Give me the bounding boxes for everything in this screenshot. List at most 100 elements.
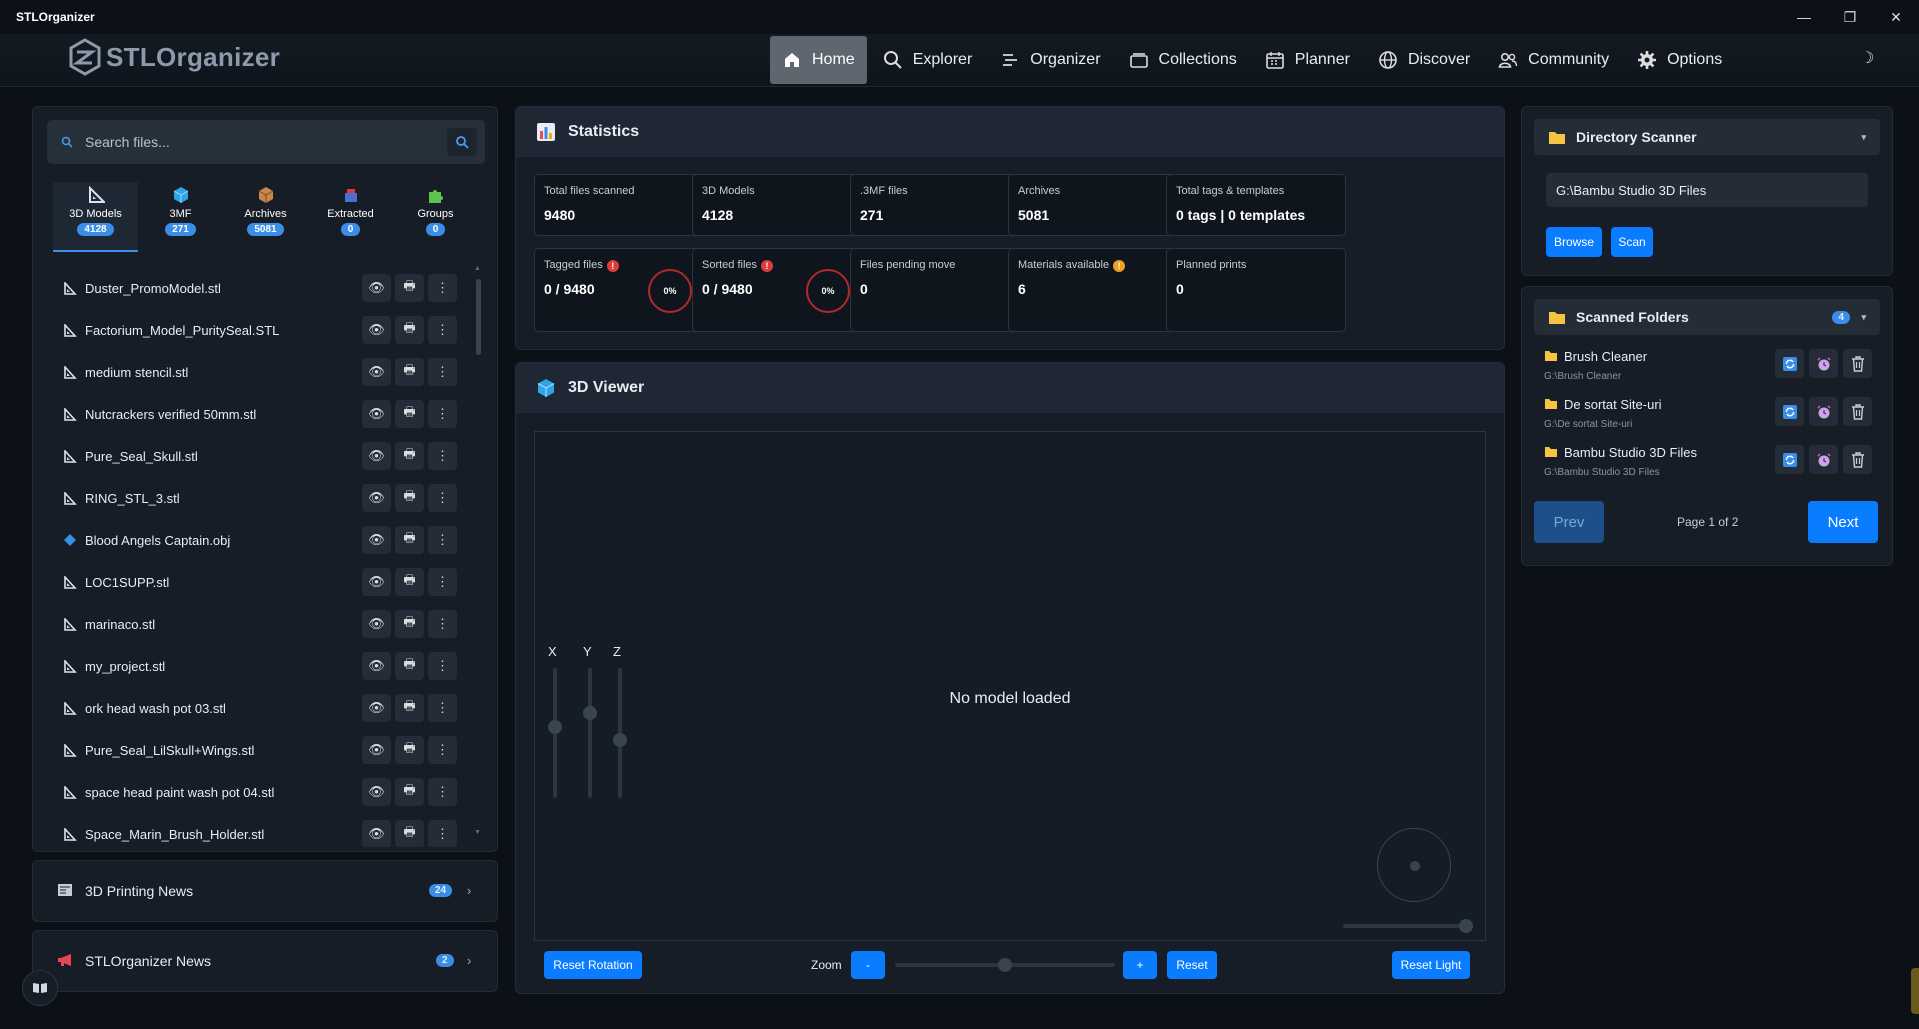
joystick-knob[interactable] <box>1410 861 1420 871</box>
zoom-in-button[interactable]: + <box>1123 951 1157 979</box>
preview-eye-icon[interactable]: 👁 <box>362 358 391 386</box>
app-logo[interactable]: STLOrganizer <box>68 38 280 76</box>
nav-discover[interactable]: Discover <box>1366 36 1482 84</box>
scrollbar-thumb[interactable] <box>476 279 481 355</box>
file-row[interactable]: RING_STL_3.stl 👁 🖶 ⋮ <box>53 477 473 519</box>
more-options-icon[interactable]: ⋮ <box>428 316 457 344</box>
print-icon[interactable]: 🖶 <box>395 694 424 722</box>
scanned-folders-header[interactable]: Scanned Folders 4 ▾ <box>1534 299 1880 335</box>
preview-eye-icon[interactable]: 👁 <box>362 778 391 806</box>
folder-row[interactable]: De sortat Site-uri G:\De sortat Site-uri <box>1544 397 1884 441</box>
scroll-down-arrow-icon[interactable]: ▼ <box>474 829 481 836</box>
file-list-scrollbar[interactable]: ▲ ▼ <box>473 265 483 845</box>
news-3d-printing[interactable]: 3D Printing News 24 › <box>32 860 498 922</box>
zoom-slider[interactable] <box>895 958 1115 972</box>
directory-scanner-header[interactable]: Directory Scanner ▾ <box>1534 119 1880 155</box>
print-icon[interactable]: 🖶 <box>395 484 424 512</box>
tab-3mf[interactable]: 3MF 271 <box>138 182 223 252</box>
nav-planner[interactable]: Planner <box>1253 36 1362 84</box>
slider-knob[interactable] <box>583 706 597 720</box>
rotation-z-slider[interactable] <box>613 668 627 798</box>
file-row[interactable]: ork head wash pot 03.stl 👁 🖶 ⋮ <box>53 687 473 729</box>
file-row[interactable]: Pure_Seal_Skull.stl 👁 🖶 ⋮ <box>53 435 473 477</box>
preview-eye-icon[interactable]: 👁 <box>362 484 391 512</box>
rescan-button[interactable] <box>1775 349 1804 378</box>
rotation-y-slider[interactable] <box>583 668 597 798</box>
print-icon[interactable]: 🖶 <box>395 274 424 302</box>
side-drawer-handle[interactable] <box>1911 968 1919 1014</box>
slider-knob[interactable] <box>998 958 1012 972</box>
preview-eye-icon[interactable]: 👁 <box>362 820 391 847</box>
delete-button[interactable] <box>1843 445 1872 474</box>
more-options-icon[interactable]: ⋮ <box>428 652 457 680</box>
slider-knob[interactable] <box>1459 919 1473 933</box>
preview-eye-icon[interactable]: 👁 <box>362 736 391 764</box>
print-icon[interactable]: 🖶 <box>395 610 424 638</box>
scroll-up-arrow-icon[interactable]: ▲ <box>474 265 481 272</box>
more-options-icon[interactable]: ⋮ <box>428 358 457 386</box>
preview-eye-icon[interactable]: 👁 <box>362 652 391 680</box>
more-options-icon[interactable]: ⋮ <box>428 484 457 512</box>
print-icon[interactable]: 🖶 <box>395 652 424 680</box>
more-options-icon[interactable]: ⋮ <box>428 694 457 722</box>
tab-archives[interactable]: Archives 5081 <box>223 182 308 252</box>
minimize-button[interactable]: — <box>1781 0 1827 34</box>
schedule-button[interactable] <box>1809 445 1838 474</box>
delete-button[interactable] <box>1843 397 1872 426</box>
print-icon[interactable]: 🖶 <box>395 778 424 806</box>
reset-zoom-button[interactable]: Reset <box>1167 951 1217 979</box>
delete-button[interactable] <box>1843 349 1872 378</box>
viewer-canvas[interactable]: No model loaded X Y Z <box>534 431 1486 941</box>
slider-knob[interactable] <box>613 733 627 747</box>
reset-light-button[interactable]: Reset Light <box>1392 951 1470 979</box>
file-row[interactable]: Blood Angels Captain.obj 👁 🖶 ⋮ <box>53 519 473 561</box>
news-stlorganizer[interactable]: STLOrganizer News 2 › <box>32 930 498 992</box>
search-bar[interactable]: Search files... <box>47 120 485 164</box>
folder-row[interactable]: Bambu Studio 3D Files G:\Bambu Studio 3D … <box>1544 445 1884 489</box>
tab-3d-models[interactable]: 3D Models 4128 <box>53 182 138 252</box>
preview-eye-icon[interactable]: 👁 <box>362 526 391 554</box>
print-icon[interactable]: 🖶 <box>395 736 424 764</box>
print-icon[interactable]: 🖶 <box>395 358 424 386</box>
caret-down-icon[interactable]: ▾ <box>1861 312 1866 323</box>
close-button[interactable]: ✕ <box>1873 0 1919 34</box>
docs-button[interactable] <box>22 970 58 1006</box>
prev-page-button[interactable]: Prev <box>1534 501 1604 543</box>
more-options-icon[interactable]: ⋮ <box>428 400 457 428</box>
print-icon[interactable]: 🖶 <box>395 526 424 554</box>
rescan-button[interactable] <box>1775 397 1804 426</box>
more-options-icon[interactable]: ⋮ <box>428 778 457 806</box>
file-row[interactable]: Factorium_Model_PuritySeal.STL 👁 🖶 ⋮ <box>53 309 473 351</box>
nav-collections[interactable]: Collections <box>1117 36 1249 84</box>
search-input[interactable]: Search files... <box>85 134 170 150</box>
rotation-x-slider[interactable] <box>548 668 562 798</box>
schedule-button[interactable] <box>1809 397 1838 426</box>
file-row[interactable]: space head paint wash pot 04.stl 👁 🖶 ⋮ <box>53 771 473 813</box>
file-row[interactable]: LOC1SUPP.stl 👁 🖶 ⋮ <box>53 561 473 603</box>
preview-eye-icon[interactable]: 👁 <box>362 316 391 344</box>
print-icon[interactable]: 🖶 <box>395 568 424 596</box>
file-row[interactable]: medium stencil.stl 👁 🖶 ⋮ <box>53 351 473 393</box>
more-options-icon[interactable]: ⋮ <box>428 610 457 638</box>
file-row[interactable]: my_project.stl 👁 🖶 ⋮ <box>53 645 473 687</box>
file-row[interactable]: Pure_Seal_LilSkull+Wings.stl 👁 🖶 ⋮ <box>53 729 473 771</box>
preview-eye-icon[interactable]: 👁 <box>362 442 391 470</box>
print-icon[interactable]: 🖶 <box>395 820 424 847</box>
rescan-button[interactable] <box>1775 445 1804 474</box>
search-button[interactable] <box>447 128 477 156</box>
zoom-out-button[interactable]: - <box>851 951 885 979</box>
tab-groups[interactable]: Groups 0 <box>393 182 478 252</box>
caret-down-icon[interactable]: ▾ <box>1861 132 1866 143</box>
next-page-button[interactable]: Next <box>1808 501 1878 543</box>
preview-eye-icon[interactable]: 👁 <box>362 274 391 302</box>
reset-rotation-button[interactable]: Reset Rotation <box>544 951 642 979</box>
more-options-icon[interactable]: ⋮ <box>428 442 457 470</box>
schedule-button[interactable] <box>1809 349 1838 378</box>
browse-button[interactable]: Browse <box>1546 227 1602 257</box>
preview-eye-icon[interactable]: 👁 <box>362 610 391 638</box>
folder-row[interactable]: Brush Cleaner G:\Brush Cleaner <box>1544 349 1884 393</box>
file-row[interactable]: marinaco.stl 👁 🖶 ⋮ <box>53 603 473 645</box>
nav-options[interactable]: Options <box>1625 36 1734 84</box>
slider-knob[interactable] <box>548 720 562 734</box>
print-icon[interactable]: 🖶 <box>395 316 424 344</box>
